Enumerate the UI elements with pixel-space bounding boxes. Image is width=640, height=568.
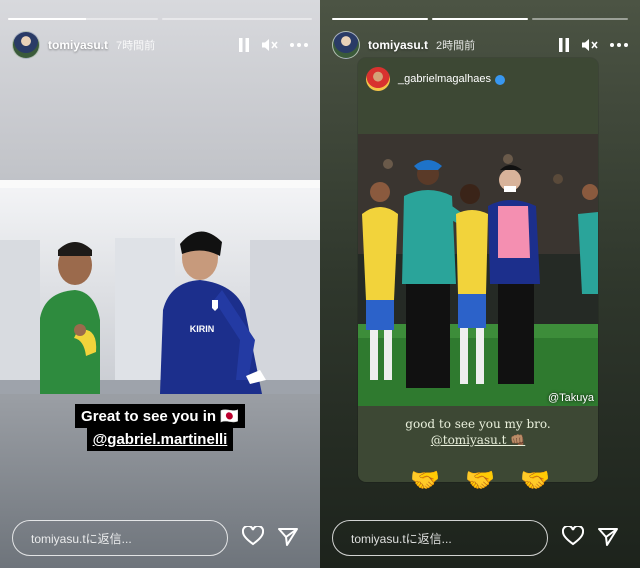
avatar[interactable] [12, 31, 40, 59]
mention-link[interactable]: @tomiyasu.t 👊🏽 [358, 432, 598, 448]
timestamp: 7時間前 [116, 40, 156, 52]
pause-icon[interactable] [238, 38, 250, 52]
send-icon[interactable] [278, 527, 298, 552]
heart-icon[interactable] [241, 524, 265, 551]
progress-bar [8, 18, 312, 20]
send-icon[interactable] [598, 527, 618, 552]
story-header: tomiyasu.t 7時間前 [12, 30, 308, 60]
svg-text:KIRIN: KIRIN [190, 324, 215, 334]
caption-block: Great to see you in 🇯🇵 [0, 404, 320, 428]
progress-bar [332, 18, 628, 20]
verified-badge-icon [494, 75, 505, 85]
reply-placeholder: tomiyasu.tに返信... [351, 531, 452, 546]
photo-credit: @Takuya [547, 392, 594, 404]
handshake-icon: 🤝 [520, 467, 550, 494]
stories-viewer: tomiyasu.t 7時間前 KIRIN Great to see you i… [0, 0, 640, 568]
mention-link[interactable]: @gabriel.martinelli [86, 428, 234, 451]
shared-user-avatar[interactable] [366, 67, 390, 91]
handshake-icon: 🤝 [465, 467, 495, 494]
caption-text: Great to see you in 🇯🇵 [75, 404, 245, 428]
message-line: good to see you my bro. [405, 417, 551, 431]
mute-icon[interactable] [582, 38, 598, 52]
reply-input[interactable]: tomiyasu.tに返信... [332, 520, 548, 556]
progress-segment [162, 18, 312, 20]
username[interactable]: tomiyasu.t [368, 38, 428, 52]
emoji-row: 🤝 🤝 🤝 [410, 466, 550, 495]
progress-segment [432, 18, 528, 20]
pause-icon[interactable] [558, 38, 570, 52]
progress-segment [8, 18, 158, 20]
story-panel-2[interactable]: tomiyasu.t 2時間前 _gabrielmagalhaes @Takuy… [320, 0, 640, 568]
progress-segment [532, 18, 628, 20]
story-panel-1[interactable]: tomiyasu.t 7時間前 KIRIN Great to see you i… [0, 0, 320, 568]
avatar[interactable] [332, 31, 360, 59]
username[interactable]: tomiyasu.t [48, 38, 108, 52]
reply-placeholder: tomiyasu.tに返信... [31, 531, 132, 546]
shared-username[interactable]: _gabrielmagalhaes [398, 73, 491, 85]
story-photo: KIRIN [0, 180, 320, 394]
timestamp: 2時間前 [436, 40, 476, 52]
heart-icon[interactable] [561, 524, 585, 551]
progress-segment [332, 18, 428, 20]
shared-story-photo: @Takuya [358, 134, 598, 406]
shared-story-card[interactable]: _gabrielmagalhaes @Takuya good to see yo… [358, 58, 598, 482]
reply-input[interactable]: tomiyasu.tに返信... [12, 520, 228, 556]
handshake-icon: 🤝 [410, 467, 440, 494]
more-icon[interactable] [610, 43, 628, 47]
shared-story-text: good to see you my bro. @tomiyasu.t 👊🏽 [358, 416, 598, 448]
mention-block: @gabriel.martinelli [0, 428, 320, 451]
story-header: tomiyasu.t 2時間前 [332, 30, 628, 60]
mute-icon[interactable] [262, 38, 278, 52]
shared-story-header: _gabrielmagalhaes [366, 66, 590, 92]
more-icon[interactable] [290, 43, 308, 47]
